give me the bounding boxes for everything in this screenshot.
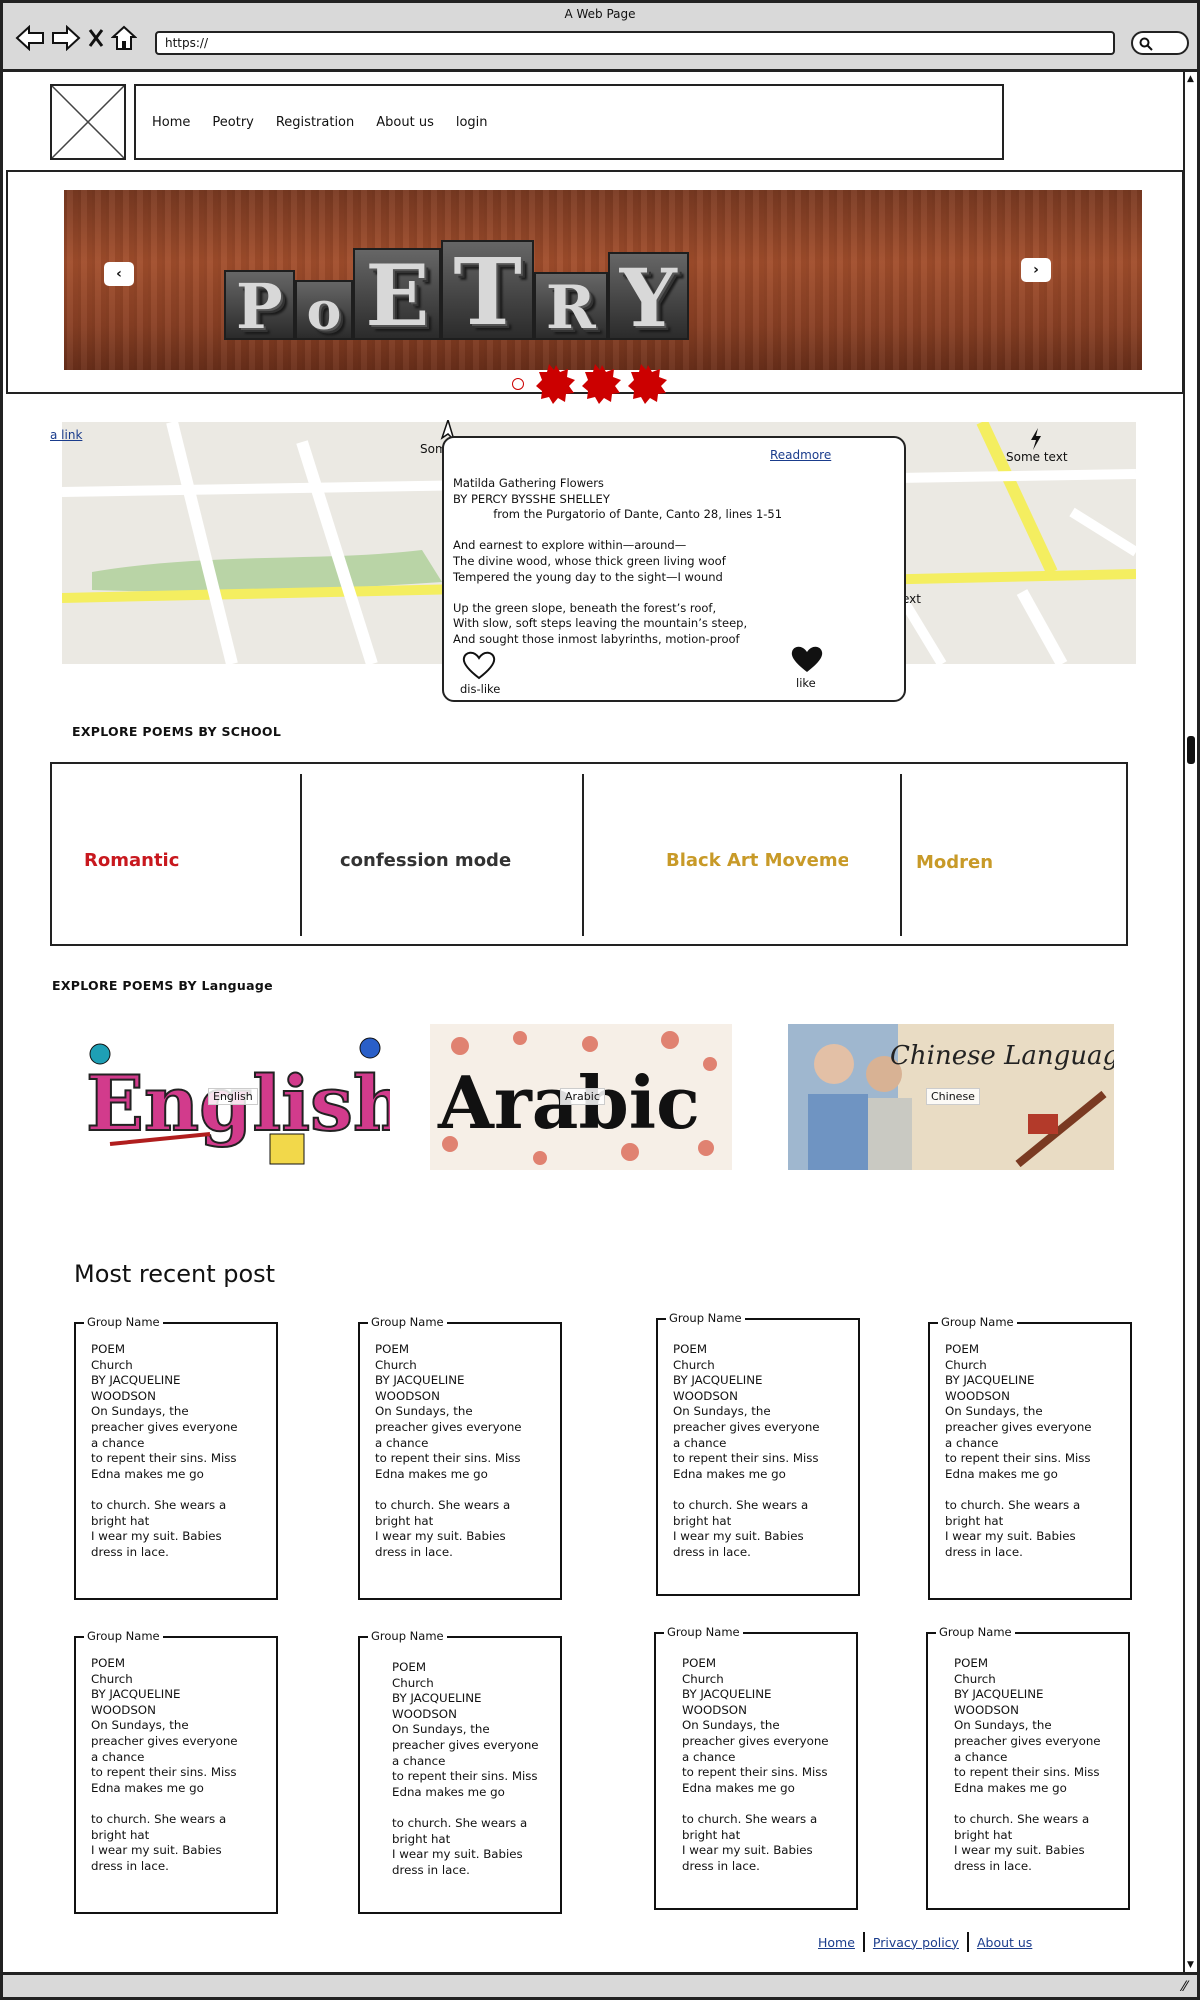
post-card-body: POEM Church BY JACQUELINE WOODSON On Sun…	[375, 1342, 522, 1559]
window-title: A Web Page	[564, 7, 636, 21]
carousel-dot[interactable]	[628, 364, 668, 404]
nav-poetry[interactable]: Peotry	[212, 115, 253, 130]
dislike-label: dis-like	[460, 682, 501, 696]
school-modern[interactable]: Modren	[916, 852, 993, 873]
like-label: like	[796, 676, 816, 690]
heart-outline-icon[interactable]	[462, 650, 496, 680]
post-card[interactable]: Group Name POEM Church BY JACQUELINE WOO…	[928, 1315, 1132, 1600]
map-label: Some text	[1006, 450, 1068, 464]
chevron-right-icon: ›	[1033, 262, 1039, 278]
post-card[interactable]: Group Name POEM Church BY JACQUELINE WOO…	[358, 1315, 562, 1600]
letter-o: o	[294, 280, 354, 340]
recent-posts-heading: Most recent post	[74, 1260, 276, 1288]
language-label-arabic: Arabic	[560, 1088, 605, 1105]
carousel-next-button[interactable]: ›	[1021, 258, 1051, 282]
language-card-arabic[interactable]: Arabic Arabic	[430, 1024, 732, 1170]
back-arrow-icon[interactable]	[15, 25, 45, 51]
post-card-group-name: Group Name	[664, 1625, 743, 1639]
search-icon	[1139, 37, 1153, 51]
logo-placeholder[interactable]	[50, 84, 126, 160]
letter-y: Y	[607, 252, 689, 340]
carousel-dots	[512, 364, 668, 404]
footer-privacy-link[interactable]: Privacy policy	[865, 1935, 967, 1950]
language-label-chinese: Chinese	[926, 1088, 980, 1105]
nav-registration[interactable]: Registration	[276, 115, 354, 130]
forward-arrow-icon[interactable]	[51, 25, 81, 51]
school-heading: EXPLORE POEMS BY SCHOOL	[72, 724, 282, 739]
vertical-scrollbar[interactable]: ▲ ▼	[1183, 72, 1197, 1972]
post-card-group-name: Group Name	[84, 1315, 163, 1329]
post-card-group-name: Group Name	[938, 1315, 1017, 1329]
school-divider	[300, 774, 302, 936]
post-card-body: POEM Church BY JACQUELINE WOODSON On Sun…	[91, 1656, 238, 1873]
language-card-english[interactable]: English! English	[70, 1024, 390, 1170]
language-label-english: English	[208, 1088, 258, 1105]
hero-carousel: P o E T R Y	[6, 170, 1184, 394]
school-romantic[interactable]: Romantic	[84, 850, 179, 871]
language-heading: EXPLORE POEMS BY Language	[52, 978, 273, 993]
poetry-letterpress: P o E T R Y	[224, 220, 689, 340]
chinese-graphic-text: Chinese Language	[890, 1041, 1114, 1071]
image-placeholder-icon	[51, 85, 125, 159]
scroll-down-arrow-icon[interactable]: ▼	[1187, 1960, 1194, 1970]
post-card-body: POEM Church BY JACQUELINE WOODSON On Sun…	[392, 1660, 539, 1877]
carousel-prev-button[interactable]: ‹	[104, 262, 134, 286]
carousel-dot-active[interactable]	[512, 378, 524, 390]
heart-filled-icon[interactable]	[790, 644, 824, 674]
poem-preview-text: Matilda Gathering Flowers BY PERCY BYSSH…	[453, 476, 783, 646]
post-card[interactable]: Group Name POEM Church BY JACQUELINE WOO…	[926, 1625, 1130, 1910]
browser-status-bar: ⁄⁄	[0, 1972, 1200, 2000]
browser-nav-buttons	[15, 25, 137, 51]
footer-links: Home Privacy policy About us	[810, 1932, 1040, 1952]
carousel-dot[interactable]	[582, 364, 622, 404]
footer-about-link[interactable]: About us	[969, 1935, 1040, 1950]
map-link[interactable]: a link	[50, 428, 82, 442]
post-card[interactable]: Group Name POEM Church BY JACQUELINE WOO…	[74, 1315, 278, 1600]
post-card-body: POEM Church BY JACQUELINE WOODSON On Sun…	[682, 1656, 829, 1873]
post-card-group-name: Group Name	[368, 1315, 447, 1329]
readmore-link[interactable]: Readmore	[770, 448, 831, 462]
main-nav: Home Peotry Registration About us login	[134, 84, 1004, 160]
nav-about-us[interactable]: About us	[376, 115, 434, 130]
browser-chrome: A Web Page https://	[0, 0, 1200, 72]
post-card-body: POEM Church BY JACQUELINE WOODSON On Sun…	[954, 1656, 1101, 1873]
post-card-body: POEM Church BY JACQUELINE WOODSON On Sun…	[945, 1342, 1092, 1559]
post-card-body: POEM Church BY JACQUELINE WOODSON On Sun…	[91, 1342, 238, 1559]
home-icon[interactable]	[111, 25, 137, 51]
letter-p: P	[224, 270, 295, 340]
post-card-group-name: Group Name	[84, 1629, 163, 1643]
scroll-up-arrow-icon[interactable]: ▲	[1187, 74, 1194, 84]
post-card-group-name: Group Name	[368, 1629, 447, 1643]
footer-home-link[interactable]: Home	[810, 1935, 863, 1950]
nav-home[interactable]: Home	[152, 115, 190, 130]
post-card[interactable]: Group Name POEM Church BY JACQUELINE WOO…	[656, 1311, 860, 1596]
lightning-bolt-icon	[1031, 428, 1041, 450]
letter-r: R	[533, 272, 608, 340]
language-card-chinese[interactable]: Chinese Language Chinese	[788, 1024, 1114, 1170]
post-card[interactable]: Group Name POEM Church BY JACQUELINE WOO…	[74, 1629, 278, 1914]
post-card[interactable]: Group Name POEM Church BY JACQUELINE WOO…	[358, 1629, 562, 1914]
resize-grip-icon[interactable]: ⁄⁄	[1182, 1979, 1187, 1995]
school-confession-mode[interactable]: confession mode	[340, 850, 511, 871]
nav-login[interactable]: login	[456, 115, 488, 130]
url-bar[interactable]: https://	[155, 31, 1115, 55]
letter-t: T	[441, 240, 534, 340]
browser-search[interactable]	[1131, 31, 1189, 55]
letter-e: E	[353, 248, 442, 340]
school-divider	[900, 774, 902, 936]
stop-x-icon[interactable]	[87, 27, 105, 49]
post-card-body: POEM Church BY JACQUELINE WOODSON On Sun…	[673, 1342, 820, 1559]
chevron-left-icon: ‹	[116, 266, 122, 282]
school-black-art-movement[interactable]: Black Art Movemen	[666, 850, 848, 871]
carousel-dot[interactable]	[536, 364, 576, 404]
school-divider	[582, 774, 584, 936]
post-card-group-name: Group Name	[666, 1311, 745, 1325]
post-card[interactable]: Group Name POEM Church BY JACQUELINE WOO…	[654, 1625, 858, 1910]
scroll-thumb[interactable]	[1187, 736, 1195, 764]
carousel-slide-image: P o E T R Y	[64, 190, 1142, 370]
post-card-group-name: Group Name	[936, 1625, 1015, 1639]
